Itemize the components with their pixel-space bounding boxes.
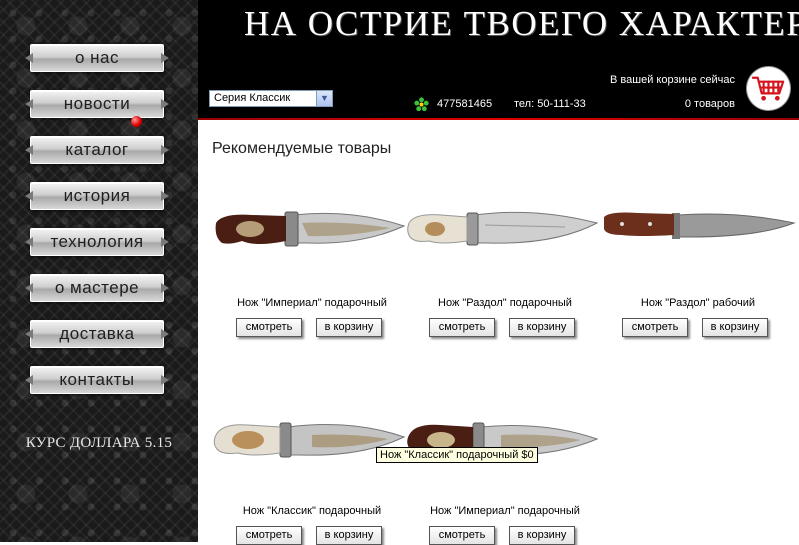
knife-image[interactable]: [212, 185, 412, 275]
add-to-cart-button[interactable]: в корзину: [509, 526, 575, 545]
phone-number: тел: 50-111-33: [514, 98, 586, 110]
nav-history-button[interactable]: история: [30, 182, 164, 210]
series-select-value: Серия Классик: [214, 92, 291, 104]
knife-image[interactable]: [405, 185, 605, 275]
product-card: Нож "Раздол" подарочный смотреть в корзи…: [405, 185, 605, 345]
product-tooltip: Нож "Классик" подарочный $0: [376, 447, 538, 463]
site-slogan: НА ОСТРИЕ ТВОЕГО ХАРАКТЕРА: [244, 4, 799, 43]
knife-image[interactable]: [405, 395, 605, 485]
chevron-down-icon[interactable]: ▼: [316, 91, 332, 106]
product-name[interactable]: Нож "Империал" подарочный: [405, 505, 605, 517]
product-name[interactable]: Нож "Раздол" рабочий: [598, 297, 798, 309]
view-button[interactable]: смотреть: [429, 526, 495, 545]
shopping-cart-icon[interactable]: [747, 67, 790, 110]
nav-contacts-button[interactable]: контакты: [30, 366, 164, 394]
knife-image[interactable]: [212, 395, 412, 485]
section-title: Рекомендуемые товары: [212, 140, 392, 157]
nav-catalog-button[interactable]: каталог: [30, 136, 164, 164]
product-card: Нож "Раздол" рабочий смотреть в корзину: [598, 185, 798, 345]
product-card: Нож "Классик" подарочный смотреть в корз…: [212, 395, 412, 545]
product-name[interactable]: Нож "Раздол" подарочный: [405, 297, 605, 309]
view-button[interactable]: смотреть: [236, 526, 302, 545]
view-button[interactable]: смотреть: [429, 318, 495, 337]
product-name[interactable]: Нож "Империал" подарочный: [212, 297, 412, 309]
add-to-cart-button[interactable]: в корзину: [316, 526, 382, 545]
nav-technology-button[interactable]: технология: [30, 228, 164, 256]
add-to-cart-button[interactable]: в корзину: [316, 318, 382, 337]
add-to-cart-button[interactable]: в корзину: [702, 318, 768, 337]
product-name[interactable]: Нож "Классик" подарочный: [212, 505, 412, 517]
series-select[interactable]: Серия Классик ▼: [209, 90, 333, 107]
view-button[interactable]: смотреть: [236, 318, 302, 337]
view-button[interactable]: смотреть: [622, 318, 688, 337]
cart-count[interactable]: 0 товаров: [685, 98, 735, 110]
nav-delivery-button[interactable]: доставка: [30, 320, 164, 348]
product-card: Нож "Империал" подарочный смотреть в кор…: [405, 395, 605, 545]
dollar-rate: КУРС ДОЛЛАРА 5.15: [25, 435, 173, 451]
cart-status-label: В вашей корзине сейчас: [610, 74, 735, 86]
sidebar: о нас новости каталог история технология…: [0, 0, 198, 542]
knife-image[interactable]: [598, 185, 798, 275]
icq-flower-icon: [414, 97, 429, 112]
red-ball-icon: [131, 116, 142, 127]
nav-about-button[interactable]: о нас: [30, 44, 164, 72]
nav-master-button[interactable]: о мастере: [30, 274, 164, 302]
icq-number: 477581465: [437, 98, 493, 110]
add-to-cart-button[interactable]: в корзину: [509, 318, 575, 337]
header-divider: [198, 118, 799, 120]
product-card: Нож "Империал" подарочный смотреть в кор…: [212, 185, 412, 345]
header: НА ОСТРИЕ ТВОЕГО ХАРАКТЕРА Серия Классик…: [198, 0, 799, 118]
nav-news-button[interactable]: новости: [30, 90, 164, 118]
